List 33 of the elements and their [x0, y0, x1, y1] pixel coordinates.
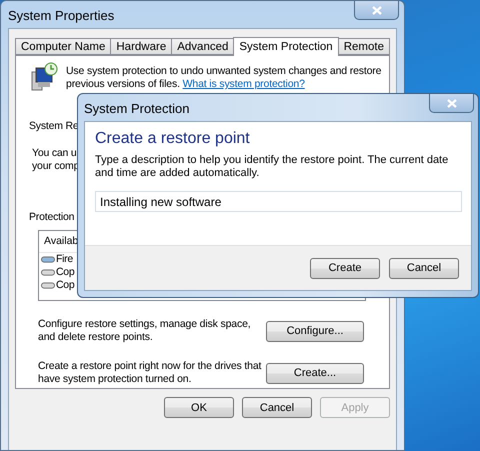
dialog-button[interactable]: Cancel: [389, 258, 459, 278]
restore-text: You can u: [32, 147, 77, 160]
tab[interactable]: Computer Name: [15, 38, 112, 55]
section-label: Protection: [29, 211, 74, 224]
dialog-button[interactable]: Create: [310, 258, 380, 278]
drive-icon: [41, 281, 55, 290]
action-button[interactable]: Configure...: [266, 320, 364, 342]
close-icon: [446, 98, 456, 108]
action-text: Create a restore point right now for the drives that have system protection turned on.: [38, 360, 262, 386]
computer-icon: [29, 62, 59, 92]
close-icon: [372, 6, 382, 14]
tab[interactable]: System Protection: [233, 37, 339, 56]
help-link[interactable]: What is system protection?: [182, 78, 305, 90]
tab[interactable]: Hardware: [110, 38, 172, 55]
drive-name[interactable]: Cop: [56, 279, 74, 292]
description-text: Type a description to help you identify the restore point. The current date and time are added automatically.: [95, 154, 450, 180]
close-button[interactable]: [354, 1, 399, 20]
dialog-heading: Create a restore point: [95, 130, 251, 148]
tab[interactable]: Remote: [338, 38, 390, 55]
dialog-button[interactable]: OK: [164, 397, 234, 418]
action-button[interactable]: Create...: [266, 362, 364, 384]
action-text: Configure restore settings, manage disk space, and delete restore points.: [38, 318, 252, 344]
intro-text: Use system protection to undo unwanted system changes and restore previous versions of files. What is system protection?: [66, 65, 382, 91]
dialog-button[interactable]: Cancel: [242, 397, 312, 418]
drive-name[interactable]: Cop: [56, 266, 74, 279]
close-button[interactable]: [429, 94, 474, 113]
drive-name[interactable]: Fire: [56, 253, 73, 266]
drive-icon: [41, 268, 55, 277]
tab[interactable]: Advanced: [171, 38, 234, 55]
window-title: System Properties: [8, 8, 114, 23]
drive-icon: [41, 255, 55, 264]
description-field[interactable]: Installing new software: [95, 191, 462, 212]
dialog-title: System Protection: [84, 101, 190, 116]
